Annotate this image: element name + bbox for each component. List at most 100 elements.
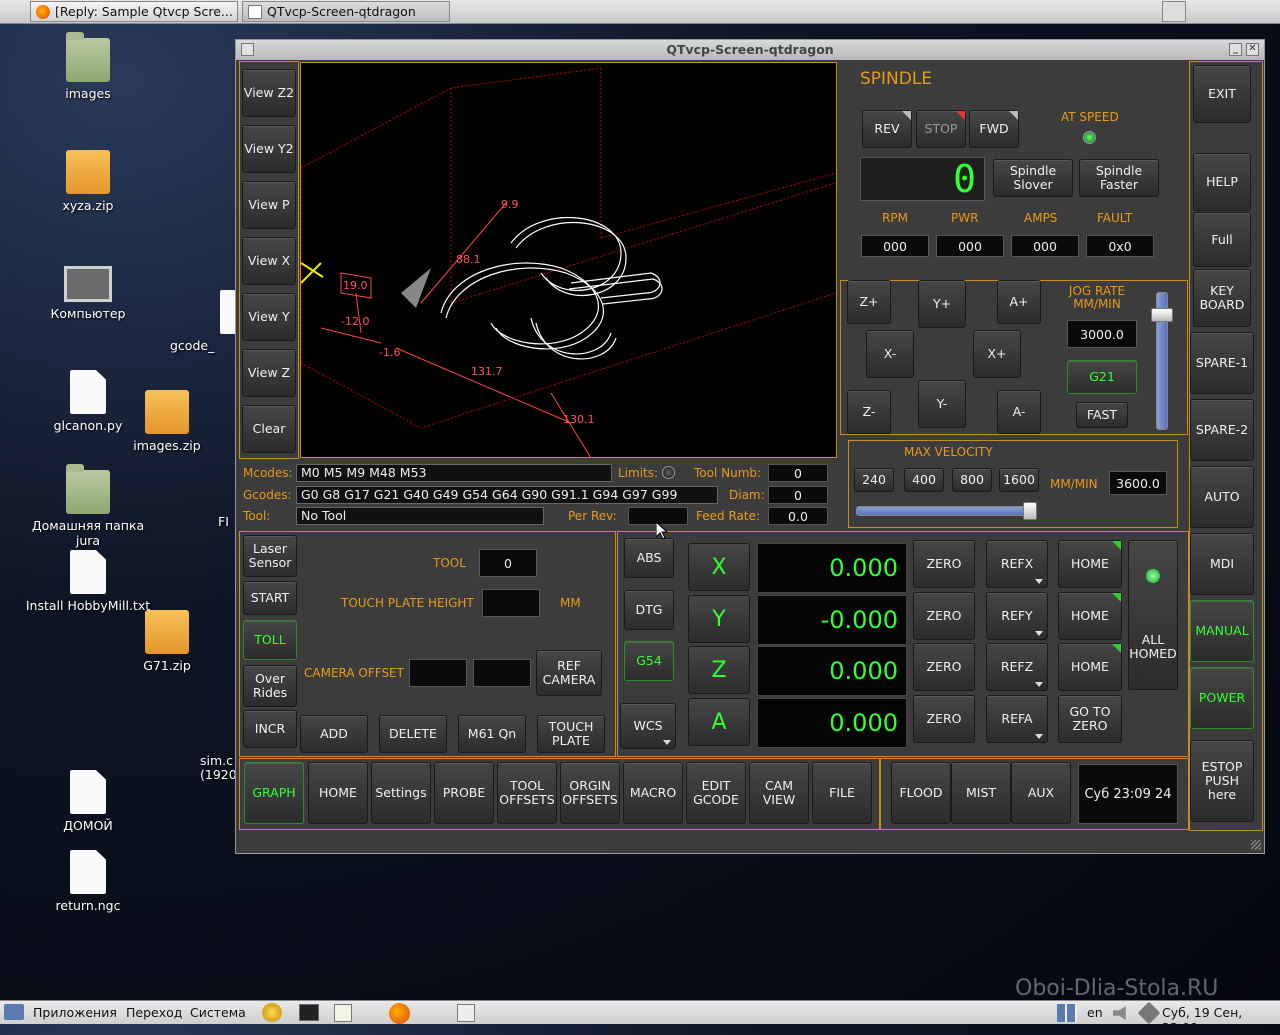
jog-a-minus-button[interactable]: A-	[997, 390, 1041, 434]
jog-z-plus-button[interactable]: Z+	[847, 280, 891, 324]
dtg-button[interactable]: DTG	[624, 590, 674, 630]
view-y-button[interactable]: View Y	[242, 293, 296, 341]
jog-x-plus-button[interactable]: X+	[973, 330, 1021, 378]
zero-x-button[interactable]: ZERO	[913, 540, 975, 588]
tool-offset-input[interactable]: 0	[479, 549, 537, 577]
tab-graph[interactable]: GRAPH	[244, 762, 304, 824]
window-list-icon[interactable]	[457, 1004, 475, 1022]
touch-plate-height-input[interactable]	[482, 589, 540, 617]
home-z-button[interactable]: HOME	[1058, 643, 1122, 691]
auto-button[interactable]: AUTO	[1190, 466, 1254, 528]
desktop-icon-computer[interactable]: Компьютер	[23, 266, 153, 321]
axis-z-button[interactable]: Z	[688, 646, 750, 694]
ref-z-button[interactable]: REFZ	[986, 643, 1048, 691]
desktop-icon-install-txt[interactable]: Install HobbyMill.txt	[23, 550, 153, 613]
minimize-icon[interactable]: _	[1229, 43, 1242, 56]
touch-plate-button[interactable]: TOUCH PLATE	[537, 715, 605, 753]
linuxcnc-launcher-icon[interactable]	[262, 1003, 282, 1022]
view-z-button[interactable]: View Z	[242, 349, 296, 397]
gcode-preview-plot[interactable]: 19.0 -12.0 -1.6 131.7 130.1 88.1 9.9	[300, 62, 837, 459]
go-to-zero-button[interactable]: GO TO ZERO	[1058, 695, 1122, 743]
desktop-icon-home-folder[interactable]: Домашняя папка jura	[23, 464, 153, 548]
delete-button[interactable]: DELETE	[379, 715, 447, 753]
wcs-button[interactable]: WCS	[620, 703, 676, 749]
fast-button[interactable]: FAST	[1076, 402, 1128, 428]
start-button[interactable]: START	[243, 581, 297, 615]
tab-edit-gcode[interactable]: EDIT GCODE	[686, 762, 746, 824]
flood-button[interactable]: FLOOD	[891, 762, 951, 824]
spindle-rev-button[interactable]: REV	[862, 110, 912, 148]
jog-y-plus-button[interactable]: Y+	[918, 280, 966, 328]
window-titlebar[interactable]: QTvcp-Screen-qtdragon _ ✕	[236, 40, 1264, 60]
network-icon[interactable]	[1137, 1001, 1161, 1025]
g54-button[interactable]: G54	[624, 641, 674, 681]
spare-2-button[interactable]: SPARE-2	[1190, 399, 1254, 461]
window-menu-icon[interactable]	[241, 43, 254, 56]
firefox-icon[interactable]	[389, 1003, 410, 1024]
slider-handle[interactable]	[1151, 308, 1173, 322]
show-desktop-icon[interactable]	[1162, 1, 1186, 22]
jog-y-minus-button[interactable]: Y-	[918, 380, 966, 428]
max-velocity-slider[interactable]	[856, 502, 1037, 520]
applications-icon[interactable]	[4, 1004, 24, 1020]
desktop-icon-domoi[interactable]: ДОМОЙ	[23, 770, 153, 833]
jog-rate-slider[interactable]	[1151, 292, 1173, 430]
fullscreen-button[interactable]: Full	[1193, 212, 1251, 267]
close-icon[interactable]: ✕	[1246, 43, 1259, 56]
desktop-icon-g71-zip[interactable]: G71.zip	[102, 610, 232, 673]
view-x-button[interactable]: View X	[242, 237, 296, 285]
tab-cam-view[interactable]: CAM VIEW	[749, 762, 809, 824]
power-button[interactable]: POWER	[1190, 667, 1254, 729]
all-homed-button[interactable]: ALL HOMED	[1128, 540, 1178, 690]
places-menu[interactable]: Переход	[126, 1005, 182, 1020]
max-velocity-preset-400[interactable]: 400	[904, 468, 944, 492]
slider-handle[interactable]	[1023, 502, 1037, 520]
m61-button[interactable]: M61 Qn	[458, 715, 526, 753]
abs-button[interactable]: ABS	[624, 538, 674, 578]
system-menu[interactable]: Система	[190, 1005, 246, 1020]
max-velocity-preset-1600[interactable]: 1600	[999, 468, 1039, 492]
spindle-stop-button[interactable]: STOP	[916, 110, 966, 148]
desktop-icon-images[interactable]: images	[23, 32, 153, 101]
workspace-switcher-icon[interactable]	[1057, 1004, 1077, 1022]
clear-button[interactable]: Clear	[242, 405, 296, 453]
taskbar-tab-qtvcp[interactable]: QTvcp-Screen-qtdragon	[242, 1, 450, 22]
zero-y-button[interactable]: ZERO	[913, 592, 975, 640]
spindle-slower-button[interactable]: Spindle Slover	[993, 159, 1073, 197]
taskbar-tab-browser[interactable]: [Reply: Sample Qtvcp Scre...	[30, 1, 238, 22]
desktop-icon-xyza-zip[interactable]: xyza.zip	[23, 150, 153, 213]
axis-y-button[interactable]: Y	[688, 595, 750, 643]
axis-a-button[interactable]: A	[688, 698, 750, 746]
max-velocity-preset-800[interactable]: 800	[952, 468, 992, 492]
tab-tool-offsets[interactable]: TOOL OFFSETS	[497, 762, 557, 824]
g21-button[interactable]: G21	[1067, 360, 1137, 394]
overrides-button[interactable]: Over Rides	[243, 665, 297, 707]
max-velocity-preset-240[interactable]: 240	[854, 468, 894, 492]
keyboard-button[interactable]: KEY BOARD	[1193, 269, 1251, 327]
ref-x-button[interactable]: REFX	[986, 540, 1048, 588]
resize-grip-icon[interactable]	[1251, 840, 1261, 850]
camera-offset-x-input[interactable]	[409, 659, 467, 687]
view-z2-button[interactable]: View Z2	[242, 69, 296, 117]
zero-a-button[interactable]: ZERO	[913, 695, 975, 743]
add-button[interactable]: ADD	[300, 715, 368, 753]
ref-y-button[interactable]: REFY	[986, 592, 1048, 640]
incr-button[interactable]: INCR	[243, 710, 297, 748]
volume-icon[interactable]	[1113, 1006, 1126, 1020]
ref-camera-button[interactable]: REF CAMERA	[536, 650, 602, 696]
desktop-icon-gcode[interactable]: gcode_	[170, 290, 240, 353]
tab-home[interactable]: HOME	[308, 762, 368, 824]
axis-x-button[interactable]: X	[688, 543, 750, 591]
aux-button[interactable]: AUX	[1011, 762, 1071, 824]
spare-1-button[interactable]: SPARE-1	[1190, 332, 1254, 394]
exit-button[interactable]: EXIT	[1193, 65, 1251, 123]
terminal-icon[interactable]	[299, 1004, 319, 1021]
toll-button[interactable]: TOLL	[243, 620, 297, 660]
clock[interactable]: Суб, 19 Сен, 23:09	[1162, 1005, 1280, 1035]
tab-settings[interactable]: Settings	[371, 762, 431, 824]
camera-offset-y-input[interactable]	[473, 659, 531, 687]
zero-z-button[interactable]: ZERO	[913, 643, 975, 691]
spindle-faster-button[interactable]: Spindle Faster	[1079, 159, 1159, 197]
manual-button[interactable]: MANUAL	[1190, 600, 1254, 662]
view-y2-button[interactable]: View Y2	[242, 125, 296, 173]
